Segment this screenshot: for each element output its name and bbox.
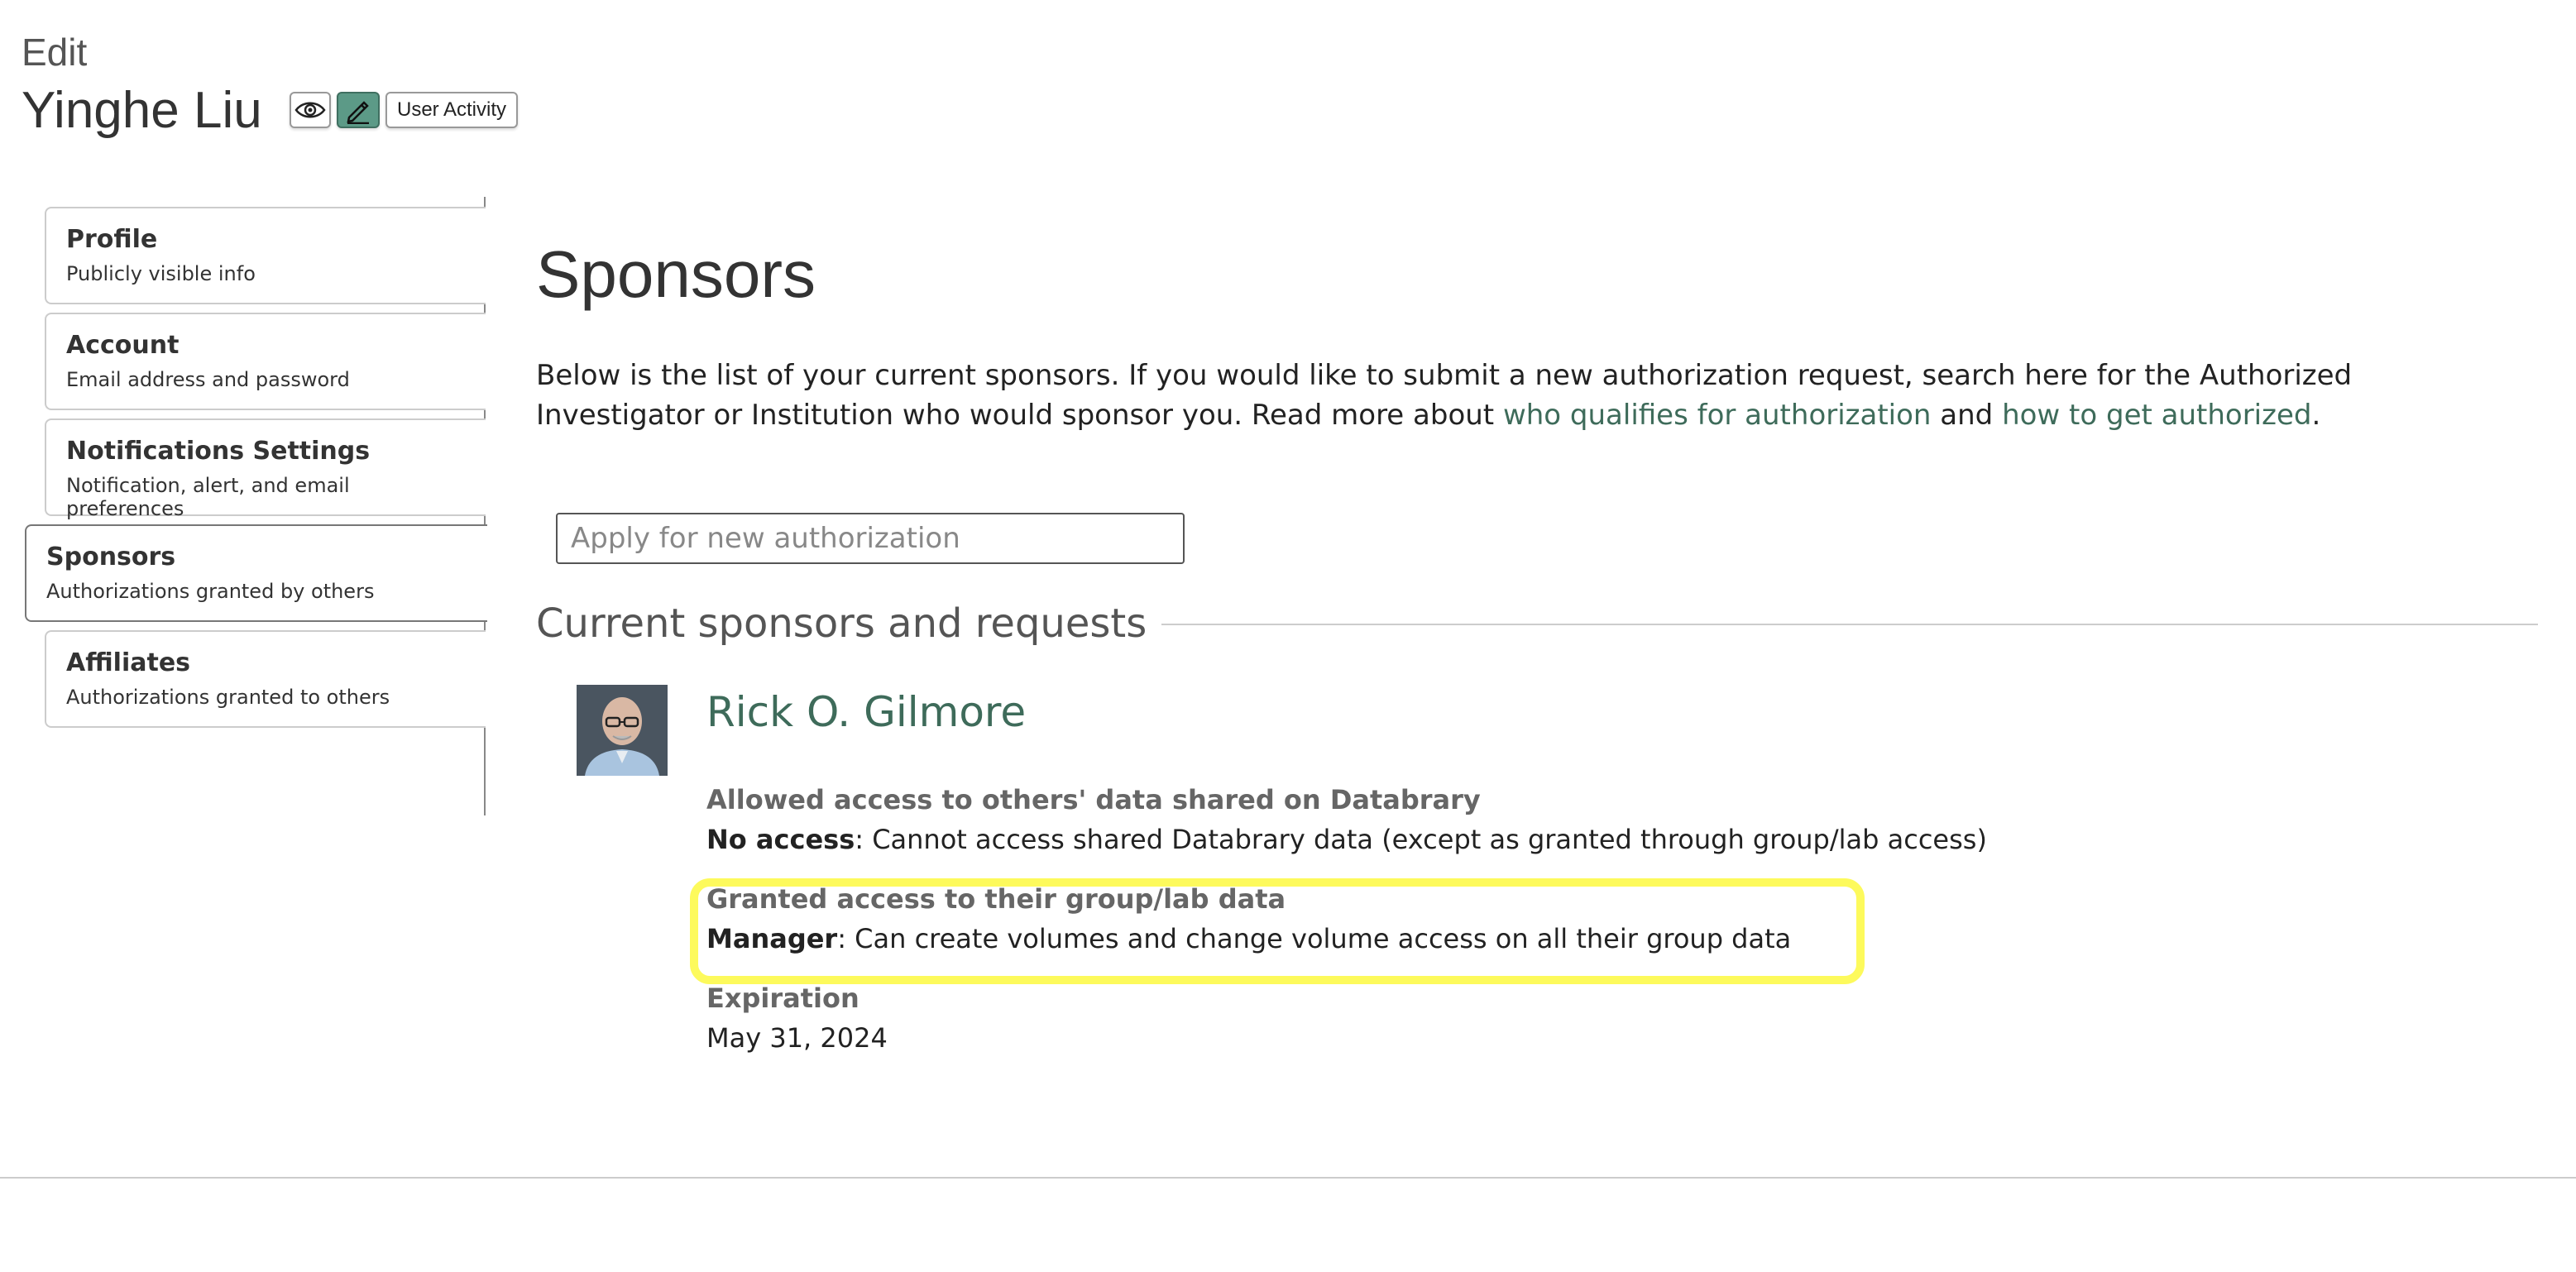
how-to-get-authorized-link[interactable]: how to get authorized [2002, 399, 2311, 432]
user-activity-button[interactable]: User Activity [385, 92, 518, 128]
sidebar-item-notifications[interactable]: Notifications Settings Notification, ale… [45, 418, 486, 520]
access-level: No access [706, 824, 855, 855]
sidebar-item-profile[interactable]: Profile Publicly visible info [45, 207, 486, 304]
pencil-icon [347, 101, 369, 124]
page-user-name: Yinghe Liu [22, 82, 262, 139]
sponsor-name[interactable]: Rick O. Gilmore [706, 688, 1026, 736]
page-title: Sponsors [536, 237, 816, 311]
sidebar-item-title: Account [66, 331, 180, 360]
sidebar-item-desc: Authorizations granted by others [46, 580, 375, 603]
highlight-annotation [690, 878, 1865, 984]
sponsor-avatar [577, 685, 668, 776]
footer-divider [0, 1177, 2576, 1179]
sidebar-item-sponsors[interactable]: Sponsors Authorizations granted by other… [25, 524, 487, 622]
sidebar-item-affiliates[interactable]: Affiliates Authorizations granted to oth… [45, 630, 486, 728]
edit-label: Edit [22, 31, 88, 74]
sidebar-item-title: Profile [66, 225, 158, 254]
sidebar-item-desc: Email address and password [66, 368, 350, 391]
sidebar-item-account[interactable]: Account Email address and password [45, 313, 486, 410]
intro-text-part: and [1931, 399, 2003, 432]
who-qualifies-link[interactable]: who qualifies for authorization [1503, 399, 1932, 432]
section-heading: Current sponsors and requests [536, 600, 1162, 647]
intro-text: Below is the list of your current sponso… [536, 356, 2521, 435]
sidebar-item-desc: Authorizations granted to others [66, 686, 390, 709]
sidebar-item-desc: Notification, alert, and email preferenc… [66, 474, 350, 520]
view-profile-button[interactable] [290, 92, 331, 128]
eye-icon [294, 102, 326, 118]
sidebar-item-title: Affiliates [66, 648, 191, 677]
access-others-value: No access: Cannot access shared Databrar… [706, 824, 1987, 855]
apply-authorization-input[interactable] [556, 513, 1185, 564]
access-others-heading: Allowed access to others' data shared on… [706, 784, 1481, 815]
access-desc: : Cannot access shared Databrary data (e… [855, 824, 1987, 855]
sidebar-item-desc: Publicly visible info [66, 262, 256, 285]
expiration-heading: Expiration [706, 983, 859, 1014]
intro-text-part: . [2311, 399, 2321, 432]
edit-profile-button[interactable] [337, 92, 380, 128]
sidebar-item-title: Sponsors [46, 543, 176, 571]
expiration-date: May 31, 2024 [706, 1022, 888, 1054]
sidebar-item-title: Notifications Settings [66, 437, 371, 466]
